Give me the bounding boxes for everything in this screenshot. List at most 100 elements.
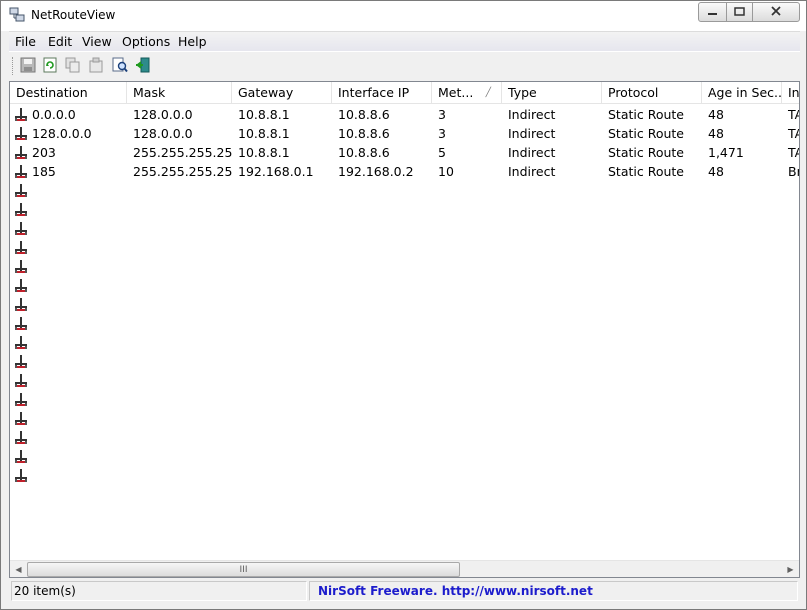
cell-age: 48 [708,164,724,179]
table-row[interactable] [10,333,799,352]
horizontal-scrollbar[interactable]: ◀ III ▶ [10,560,799,577]
cell-type [502,276,602,295]
cell-gateway [232,314,332,333]
cell-mask [127,181,232,200]
menu-file[interactable]: File [15,34,36,49]
minimize-button[interactable] [698,2,727,22]
table-row[interactable]: 203 255.255.255.255 10.8.8.1 10.8.8.6 5 … [10,143,799,162]
table-row[interactable] [10,219,799,238]
column-interface-ip[interactable]: Interface IP [332,82,432,104]
column-metric[interactable]: Met... ╱ [432,82,502,104]
cell-age [702,314,782,333]
cell-age [702,295,782,314]
table-row[interactable] [10,390,799,409]
scroll-thumb[interactable]: III [27,562,460,577]
refresh-button[interactable] [40,56,60,76]
cell-metric [432,352,502,371]
cell-interface-ip [332,238,432,257]
table-row[interactable] [10,466,799,485]
table-row[interactable]: 185 255.255.255.255 192.168.0.1 192.168.… [10,162,799,181]
cell-gateway [232,219,332,238]
cell-type [502,314,602,333]
properties-button[interactable] [86,56,106,76]
save-button[interactable] [18,56,38,76]
table-row[interactable] [10,428,799,447]
cell-metric [432,466,502,485]
cell-mask [127,390,232,409]
cell-protocol [602,219,702,238]
table-row[interactable] [10,238,799,257]
cell-protocol [602,333,702,352]
arrow-left-icon: ◀ [15,565,22,574]
column-age[interactable]: Age in Sec... [702,82,782,104]
cell-mask [127,409,232,428]
table-row[interactable] [10,352,799,371]
cell-mask [127,276,232,295]
table-row[interactable] [10,371,799,390]
cell-type [502,219,602,238]
item-count: 20 item(s) [11,581,307,601]
column-interface[interactable]: In [782,82,799,104]
cell-age [702,257,782,276]
cell-age: 48 [708,107,724,122]
table-row[interactable] [10,200,799,219]
table-row[interactable] [10,295,799,314]
table-row[interactable] [10,314,799,333]
table-row[interactable] [10,181,799,200]
cell-metric [432,181,502,200]
column-metric-label: Met... [438,85,474,100]
column-type[interactable]: Type [502,82,602,104]
cell-mask [127,447,232,466]
table-row[interactable]: 0.0.0.0 128.0.0.0 10.8.8.1 10.8.8.6 3 In… [10,105,799,124]
table-row[interactable]: 128.0.0.0 128.0.0.0 10.8.8.1 10.8.8.6 3 … [10,124,799,143]
cell-mask [127,371,232,390]
nirsoft-link[interactable]: NirSoft Freeware. http://www.nirsoft.net [309,581,798,601]
table-row[interactable] [10,276,799,295]
table-row[interactable] [10,447,799,466]
cell-destination [10,295,127,314]
exit-button[interactable] [133,56,153,76]
find-button[interactable] [110,56,130,76]
copy-icon [65,57,81,76]
cell-destination [10,428,127,447]
cell-type [502,352,602,371]
maximize-button[interactable] [726,2,753,22]
menu-edit[interactable]: Edit [48,34,72,49]
close-button[interactable] [752,2,800,22]
table-row[interactable] [10,257,799,276]
cell-metric: 5 [438,145,446,160]
column-gateway[interactable]: Gateway [232,82,332,104]
cell-type [502,447,602,466]
cell-metric [432,276,502,295]
cell-type: Indirect [508,164,556,179]
window-title: NetRouteView [31,8,116,22]
scroll-left-button[interactable]: ◀ [10,561,27,577]
cell-metric [432,314,502,333]
cell-age [702,200,782,219]
minimize-icon [707,5,718,19]
copy-button[interactable] [63,56,83,76]
scroll-right-button[interactable]: ▶ [782,561,799,577]
column-protocol[interactable]: Protocol [602,82,702,104]
menu-options[interactable]: Options [122,34,170,49]
cell-interface [782,200,799,219]
cell-interface-ip [332,200,432,219]
cell-protocol: Static Route [608,164,685,179]
cell-destination [10,371,127,390]
cell-mask: 255.255.255.255 [133,164,232,179]
cell-protocol [602,390,702,409]
menu-view[interactable]: View [82,34,112,49]
table-row[interactable] [10,409,799,428]
cell-protocol [602,238,702,257]
cell-mask [127,352,232,371]
cell-metric [432,447,502,466]
column-destination[interactable]: Destination [10,82,127,104]
cell-interface [782,371,799,390]
route-list[interactable]: Destination Mask Gateway Interface IP Me… [9,81,800,578]
column-mask[interactable]: Mask [127,82,232,104]
cell-interface-ip [332,181,432,200]
cell-interface [782,295,799,314]
menu-help[interactable]: Help [178,34,207,49]
title-bar: NetRouteView [1,1,806,31]
cell-gateway: 10.8.8.1 [238,107,290,122]
